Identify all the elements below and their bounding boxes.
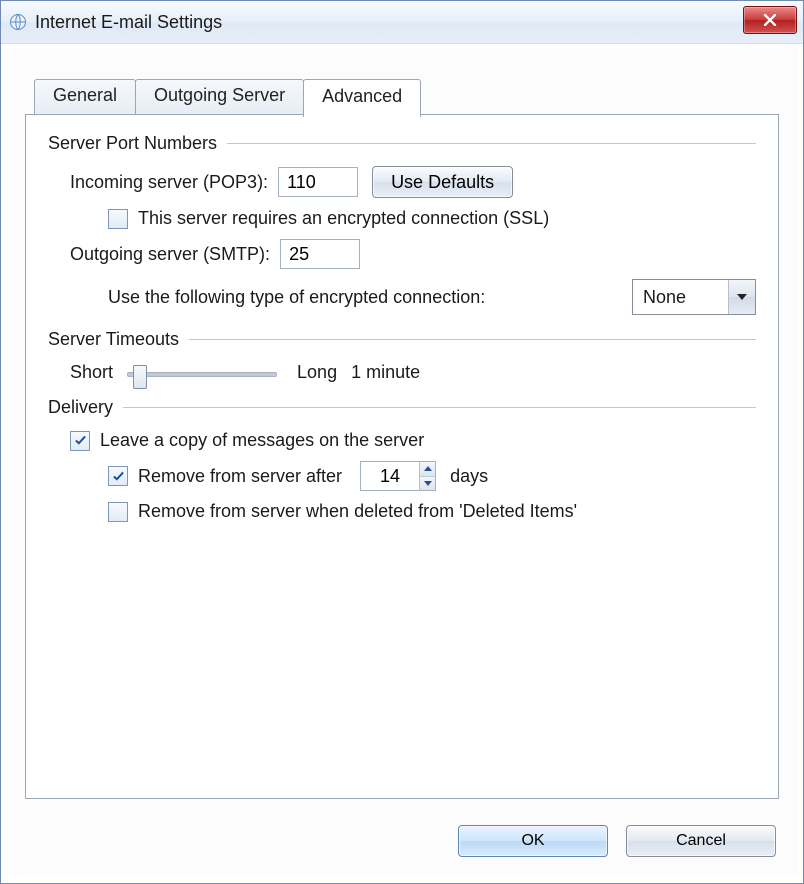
ssl-checkbox[interactable]: This server requires an encrypted connec… (108, 208, 549, 229)
tab-strip: General Outgoing Server Advanced (34, 79, 421, 115)
divider (227, 143, 756, 144)
tab-advanced[interactable]: Advanced (303, 79, 421, 117)
divider (189, 339, 756, 340)
group-server-ports: Server Port Numbers Incoming server (POP… (48, 133, 756, 315)
timeout-short-label: Short (70, 362, 113, 383)
group-delivery: Delivery Leave a copy of messages on the… (48, 397, 756, 522)
tab-advanced-label: Advanced (322, 86, 402, 106)
incoming-server-label: Incoming server (POP3): (70, 172, 268, 193)
ok-button[interactable]: OK (458, 825, 608, 857)
leave-copy-label: Leave a copy of messages on the server (100, 430, 424, 451)
outgoing-port-input[interactable] (280, 239, 360, 269)
checkbox-icon (108, 466, 128, 486)
group-timeouts-title: Server Timeouts (48, 329, 189, 350)
dropdown-button[interactable] (728, 280, 755, 314)
spinner-down-button[interactable] (420, 477, 435, 491)
chevron-up-icon (424, 466, 432, 471)
remove-after-checkbox[interactable]: Remove from server after (108, 466, 342, 487)
remove-after-label: Remove from server after (138, 466, 342, 487)
tab-page-advanced: Server Port Numbers Incoming server (POP… (25, 114, 779, 799)
dialog-window: Internet E-mail Settings General Outgoin… (0, 0, 804, 884)
checkbox-icon (108, 209, 128, 229)
checkbox-icon (70, 431, 90, 451)
incoming-port-input[interactable] (278, 167, 358, 197)
outgoing-server-label: Outgoing server (SMTP): (70, 244, 270, 265)
timeout-slider[interactable] (127, 363, 277, 383)
days-label: days (450, 466, 488, 487)
close-button[interactable] (743, 6, 797, 34)
client-area: General Outgoing Server Advanced Server … (6, 49, 798, 875)
group-delivery-title: Delivery (48, 397, 123, 418)
tab-general[interactable]: General (34, 79, 136, 115)
slider-thumb[interactable] (133, 365, 147, 389)
globe-mail-icon (9, 13, 27, 31)
chevron-down-icon (424, 481, 432, 486)
use-defaults-button[interactable]: Use Defaults (372, 166, 513, 198)
checkbox-icon (108, 502, 128, 522)
encryption-type-label: Use the following type of encrypted conn… (108, 287, 485, 308)
remove-when-deleted-label: Remove from server when deleted from 'De… (138, 501, 577, 522)
group-server-timeouts: Server Timeouts Short Long 1 minute (48, 329, 756, 383)
titlebar: Internet E-mail Settings (1, 1, 803, 44)
encryption-type-select[interactable]: None (632, 279, 756, 315)
remove-after-days-input[interactable] (361, 462, 419, 490)
divider (123, 407, 756, 408)
tab-outgoing-server[interactable]: Outgoing Server (135, 79, 304, 115)
cancel-button[interactable]: Cancel (626, 825, 776, 857)
ssl-checkbox-label: This server requires an encrypted connec… (138, 208, 549, 229)
tab-general-label: General (53, 85, 117, 105)
timeout-value: 1 minute (351, 362, 420, 383)
tab-outgoing-label: Outgoing Server (154, 85, 285, 105)
spinner-up-button[interactable] (420, 462, 435, 477)
dialog-footer: OK Cancel (458, 825, 776, 857)
leave-copy-checkbox[interactable]: Leave a copy of messages on the server (70, 430, 424, 451)
encryption-type-value: None (633, 287, 728, 308)
chevron-down-icon (737, 294, 747, 300)
remove-after-days-spinner[interactable] (360, 461, 436, 491)
timeout-long-label: Long (297, 362, 337, 383)
group-server-ports-title: Server Port Numbers (48, 133, 227, 154)
remove-when-deleted-checkbox[interactable]: Remove from server when deleted from 'De… (108, 501, 577, 522)
slider-track (127, 372, 277, 377)
window-title: Internet E-mail Settings (35, 12, 222, 33)
